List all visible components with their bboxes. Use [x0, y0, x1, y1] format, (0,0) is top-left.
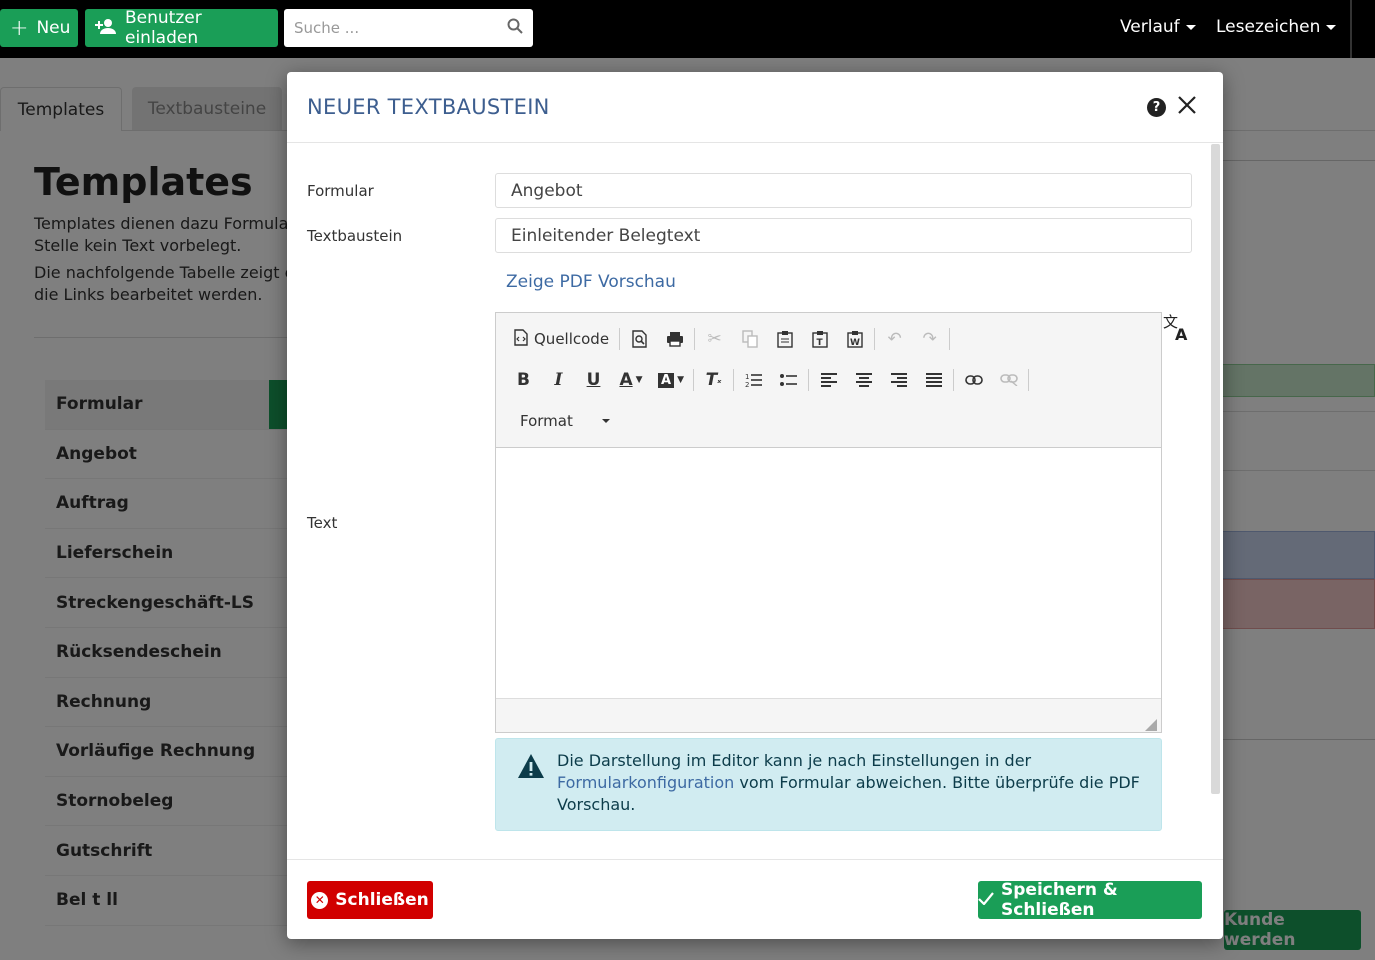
editor-toolbar: Quellcode ✂ T W ↶ ↷ B I U A ▼ A ▼ T ₓ 1 …	[496, 313, 1161, 448]
cut-icon[interactable]: ✂	[697, 324, 732, 354]
svg-text:T: T	[816, 338, 823, 348]
invite-user-label: Benutzer einladen	[125, 8, 202, 48]
toolbar-separator	[808, 369, 809, 391]
bookmarks-label: Lesezeichen	[1216, 17, 1321, 37]
info-alert: Die Darstellung im Editor kann je nach E…	[495, 738, 1162, 831]
save-button-label: Speichern & Schließen	[1001, 880, 1118, 920]
translate-icon[interactable]: 文 A	[1162, 312, 1192, 344]
text-color-icon[interactable]: A ▼	[611, 365, 651, 395]
pdf-preview-link[interactable]: Zeige PDF Vorschau	[506, 272, 676, 292]
new-textbaustein-dialog: NEUER TEXTBAUSTEIN ? Formular Angebot Te…	[287, 72, 1223, 939]
history-label: Verlauf	[1120, 17, 1180, 37]
undo-icon[interactable]: ↶	[877, 324, 912, 354]
remove-format-icon[interactable]: Tₓ	[696, 365, 731, 395]
text-label: Text	[307, 514, 338, 532]
modal-scrollbar[interactable]	[1211, 144, 1220, 794]
format-label: Format	[520, 412, 573, 430]
rich-text-editor: Quellcode ✂ T W ↶ ↷ B I U A ▼ A ▼ T ₓ 1 …	[495, 312, 1162, 733]
preview-icon[interactable]	[622, 324, 657, 354]
new-button[interactable]: + Neu	[0, 9, 78, 47]
paste-icon[interactable]	[767, 324, 802, 354]
format-dropdown[interactable]: Format	[510, 407, 620, 435]
formular-field[interactable]: Angebot	[495, 173, 1192, 208]
svg-text:2: 2	[745, 381, 749, 388]
toolbar-separator	[953, 369, 954, 391]
formularkonfiguration-link[interactable]: Formularkonfiguration	[557, 773, 734, 792]
chevron-down-icon	[1326, 24, 1337, 30]
svg-text:W: W	[850, 338, 860, 348]
close-icon[interactable]	[1177, 95, 1197, 117]
align-justify-icon[interactable]	[916, 365, 951, 395]
toolbar-separator	[694, 328, 696, 350]
modal-title: NEUER TEXTBAUSTEIN	[307, 95, 550, 119]
save-and-close-button[interactable]: Speichern & Schließen	[978, 880, 1202, 920]
textbaustein-label: Textbaustein	[307, 227, 403, 245]
toolbar-separator	[1028, 369, 1029, 391]
toolbar-separator	[619, 328, 621, 350]
new-button-label: Neu	[36, 18, 71, 38]
print-icon[interactable]	[657, 324, 692, 354]
alert-text: Die Darstellung im Editor kann je nach E…	[557, 750, 1147, 816]
formular-label: Formular	[307, 182, 374, 200]
source-code-label: Quellcode	[534, 330, 610, 348]
paste-word-icon[interactable]: W	[837, 324, 872, 354]
toolbar-separator	[733, 369, 734, 391]
link-icon[interactable]	[956, 365, 991, 395]
toolbar-separator	[874, 328, 876, 350]
unlink-icon[interactable]	[991, 365, 1026, 395]
copy-icon[interactable]	[732, 324, 767, 354]
add-user-icon	[95, 18, 117, 39]
search-placeholder: Suche ...	[294, 19, 360, 37]
close-button[interactable]: ✕ Schließen	[307, 881, 433, 919]
bookmarks-menu[interactable]: Lesezeichen	[1216, 17, 1337, 37]
chevron-down-icon	[1185, 24, 1196, 30]
toolbar-separator	[949, 328, 951, 350]
svg-text:1: 1	[745, 373, 749, 381]
bullet-list-icon[interactable]	[771, 365, 806, 395]
source-code-icon	[514, 328, 528, 350]
top-navbar: + Neu Benutzer einladen Suche ... Verlau…	[0, 0, 1375, 58]
align-center-icon[interactable]	[846, 365, 881, 395]
align-right-icon[interactable]	[881, 365, 916, 395]
editor-content-area[interactable]	[496, 448, 1161, 698]
toolbar-separator	[693, 369, 694, 391]
align-left-icon[interactable]	[811, 365, 846, 395]
redo-icon[interactable]: ↷	[912, 324, 947, 354]
search-icon[interactable]	[507, 18, 523, 38]
warning-icon	[517, 753, 545, 779]
invite-user-button[interactable]: Benutzer einladen	[85, 8, 278, 48]
numbered-list-icon[interactable]: 12	[736, 365, 771, 395]
close-button-label: Schließen	[335, 890, 429, 910]
textbaustein-value: Einleitender Belegtext	[511, 225, 701, 246]
background-color-icon[interactable]: A ▼	[651, 365, 691, 395]
textbaustein-field[interactable]: Einleitender Belegtext	[495, 218, 1192, 253]
paste-text-icon[interactable]: T	[802, 324, 837, 354]
checkmark-icon	[978, 890, 994, 910]
navbar-divider	[1350, 0, 1352, 58]
modal-footer: ✕ Schließen Speichern & Schließen	[287, 859, 1223, 939]
source-code-button[interactable]: Quellcode	[506, 328, 617, 350]
modal-header: NEUER TEXTBAUSTEIN ?	[287, 72, 1223, 143]
help-icon[interactable]: ?	[1147, 98, 1166, 117]
formular-value: Angebot	[511, 180, 583, 201]
search-input[interactable]: Suche ...	[284, 9, 533, 47]
svg-text:A: A	[1175, 325, 1188, 342]
underline-icon[interactable]: U	[576, 365, 611, 395]
chevron-down-icon	[602, 419, 610, 423]
resize-handle-icon[interactable]	[1145, 716, 1157, 731]
editor-statusbar	[496, 698, 1161, 732]
history-menu[interactable]: Verlauf	[1120, 17, 1196, 37]
bold-icon[interactable]: B	[506, 365, 541, 395]
close-circle-icon: ✕	[311, 891, 329, 909]
alert-text-before: Die Darstellung im Editor kann je nach E…	[557, 751, 1032, 770]
plus-icon: +	[10, 15, 29, 41]
italic-icon[interactable]: I	[541, 365, 576, 395]
